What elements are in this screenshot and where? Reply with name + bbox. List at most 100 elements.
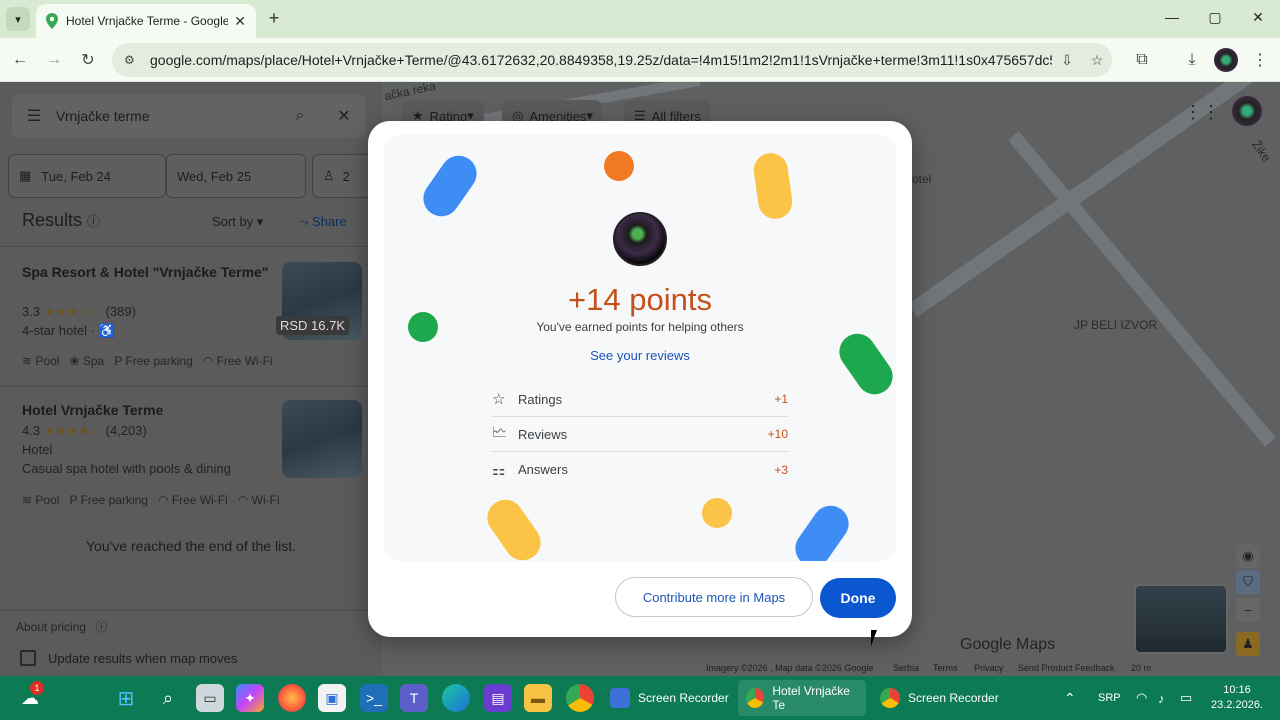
- checkin-date[interactable]: ▦ Tue, Feb 24: [8, 154, 166, 198]
- contribute-more-button[interactable]: Contribute more in Maps: [615, 577, 813, 617]
- extensions-icon[interactable]: ⧉: [1130, 48, 1154, 72]
- task-view-icon[interactable]: ▭: [196, 684, 224, 712]
- store-icon[interactable]: ▣: [318, 684, 346, 712]
- confetti-pill: [480, 492, 548, 561]
- amenity: Pool: [35, 354, 60, 368]
- wifi-icon[interactable]: ◠: [1136, 676, 1147, 720]
- menu-icon[interactable]: ⋮: [1248, 48, 1272, 72]
- review-count: (389): [105, 304, 136, 319]
- map-label-jp-beli-izvor: JP BELI IZVOR: [1074, 318, 1158, 332]
- checkbox[interactable]: [20, 650, 36, 666]
- tray-overflow-icon[interactable]: ⌃: [1064, 676, 1076, 720]
- sort-by-button[interactable]: Sort by ▾: [212, 214, 263, 230]
- map-attribution: Imagery ©2026 , Map data ©2026 Google: [706, 663, 874, 673]
- minimize-button[interactable]: —: [1162, 9, 1182, 25]
- wifi-icon: ◠: [237, 493, 249, 507]
- account-avatar[interactable]: [1232, 96, 1262, 126]
- windows-start-icon[interactable]: ⊞: [112, 684, 140, 712]
- map-label-hotel: otel: [912, 172, 932, 186]
- shield-icon[interactable]: ⛉: [1236, 570, 1260, 594]
- result-item[interactable]: Hotel Vrnjačke Terme 4.3 ★★★★☆ (4,203) H…: [0, 386, 382, 522]
- taskbar-app-label: Screen Recorder: [908, 691, 999, 705]
- pegman-icon[interactable]: ♟: [1236, 632, 1260, 656]
- clear-search-icon[interactable]: ✕: [322, 106, 366, 126]
- taskbar-app-screen-recorder[interactable]: Screen Recorder: [602, 680, 737, 716]
- address-bar[interactable]: ⚙ google.com/maps/place/Hotel+Vrnjačke+T…: [112, 43, 1112, 77]
- search-icon[interactable]: ⌕: [278, 107, 322, 125]
- copilot-icon[interactable]: ✦: [236, 684, 264, 712]
- maps-pin-icon: [46, 13, 58, 29]
- window-close-button[interactable]: ✕: [1248, 9, 1268, 26]
- downloads-icon[interactable]: ⤓: [1180, 48, 1204, 72]
- checkin-label: Tue, Feb 24: [41, 168, 111, 184]
- apps-grid-icon[interactable]: ⋮⋮: [1184, 100, 1220, 124]
- bookmark-star-icon[interactable]: ☆: [1082, 52, 1112, 69]
- search-input[interactable]: Vrnjačke terme: [56, 108, 278, 124]
- share-button[interactable]: ⤳ Share: [298, 214, 347, 230]
- taskbar-app-chrome-maps[interactable]: Hotel Vrnjačke Te: [738, 680, 866, 716]
- new-tab-button[interactable]: +: [264, 8, 284, 29]
- result-item[interactable]: Spa Resort & Hotel "Vrnjačke Terme" 3.3 …: [0, 246, 382, 386]
- tab-maps[interactable]: Hotel Vrnjačke Terme - Google Maps ✕: [36, 4, 256, 38]
- taskbar-app-label: Hotel Vrnjačke Te: [772, 684, 850, 712]
- zoom-out-icon[interactable]: −: [1236, 598, 1260, 622]
- answers-icon: ⚏: [492, 461, 506, 479]
- tab-search-button[interactable]: ▾: [6, 7, 30, 31]
- result-name[interactable]: Hotel Vrnjačke Terme: [22, 401, 272, 419]
- tab-close-icon[interactable]: ✕: [234, 13, 246, 30]
- results-title-text: Results: [22, 210, 83, 230]
- spa-icon: ❀: [69, 354, 80, 368]
- profile-avatar[interactable]: [1214, 48, 1238, 72]
- results-sidebar: ☰ Vrnjačke terme ⌕ ✕ ▦ Tue, Feb 24 Wed, …: [0, 82, 382, 676]
- firefox-icon[interactable]: [278, 684, 306, 712]
- hamburger-menu-icon[interactable]: ☰: [12, 106, 56, 126]
- confetti-dot: [604, 151, 634, 181]
- about-pricing[interactable]: About pricing ⓘ: [16, 618, 107, 635]
- done-button[interactable]: Done: [820, 578, 896, 618]
- map-road: [1008, 131, 1276, 447]
- browser-toolbar: ← → ↻ ⚙ google.com/maps/place/Hotel+Vrnj…: [0, 38, 1280, 82]
- points-row-value: +3: [774, 462, 788, 477]
- guests-select[interactable]: ♙ 2: [312, 154, 372, 198]
- result-name[interactable]: Spa Resort & Hotel "Vrnjačke Terme": [22, 263, 272, 281]
- maximize-button[interactable]: ▢: [1205, 9, 1225, 26]
- my-location-icon[interactable]: ◉: [1236, 544, 1260, 568]
- file-explorer-icon[interactable]: ▬: [524, 684, 552, 712]
- back-icon[interactable]: ←: [8, 48, 32, 72]
- parking-icon: P: [69, 493, 78, 507]
- hotel-type: Hotel: [22, 442, 53, 457]
- forward-icon[interactable]: →: [42, 48, 66, 72]
- review-count: (4,203): [105, 423, 147, 438]
- reload-icon[interactable]: ↻: [76, 48, 100, 72]
- taskbar-app-screen-recorder-2[interactable]: Screen Recorder: [872, 680, 1007, 716]
- powershell-icon[interactable]: >_: [360, 684, 388, 712]
- see-reviews-link[interactable]: See your reviews: [368, 348, 912, 363]
- confetti-dot: [702, 498, 732, 528]
- result-amenities: ≋ Pool P Free parking ◠ Free Wi-Fi ◠ Wi-…: [22, 493, 280, 507]
- info-icon[interactable]: ⓘ: [87, 214, 100, 229]
- install-icon[interactable]: ⇩: [1052, 52, 1082, 69]
- volume-icon[interactable]: ♪: [1158, 676, 1165, 720]
- update-results-toggle[interactable]: Update results when map moves: [20, 650, 237, 666]
- teams-icon[interactable]: T: [400, 684, 428, 712]
- language-indicator[interactable]: SRP: [1098, 676, 1121, 720]
- map-terms-link[interactable]: Terms: [933, 663, 958, 673]
- map-country[interactable]: Serbia: [893, 663, 919, 673]
- guests-count: 2: [342, 168, 350, 184]
- map-privacy-link[interactable]: Privacy: [974, 663, 1004, 673]
- chrome-icon[interactable]: [566, 684, 594, 712]
- edge-icon[interactable]: [442, 684, 470, 712]
- street-view-thumbnail[interactable]: [1134, 584, 1228, 654]
- checkout-date[interactable]: Wed, Feb 25: [166, 154, 306, 198]
- battery-icon[interactable]: ▭: [1180, 676, 1192, 720]
- search-icon[interactable]: ⌕: [154, 684, 182, 712]
- site-info-icon[interactable]: ⚙: [124, 53, 142, 67]
- map-road: [908, 82, 1280, 318]
- video-editor-icon[interactable]: ▤: [484, 684, 512, 712]
- divider: [0, 610, 382, 611]
- search-box[interactable]: ☰ Vrnjačke terme ⌕ ✕: [12, 94, 366, 138]
- hotel-description: Casual spa hotel with pools & dining: [22, 461, 231, 476]
- system-clock[interactable]: 10:16 23.2.2026.: [1206, 683, 1268, 713]
- map-feedback-link[interactable]: Send Product Feedback: [1018, 663, 1115, 673]
- result-thumbnail[interactable]: [282, 400, 362, 478]
